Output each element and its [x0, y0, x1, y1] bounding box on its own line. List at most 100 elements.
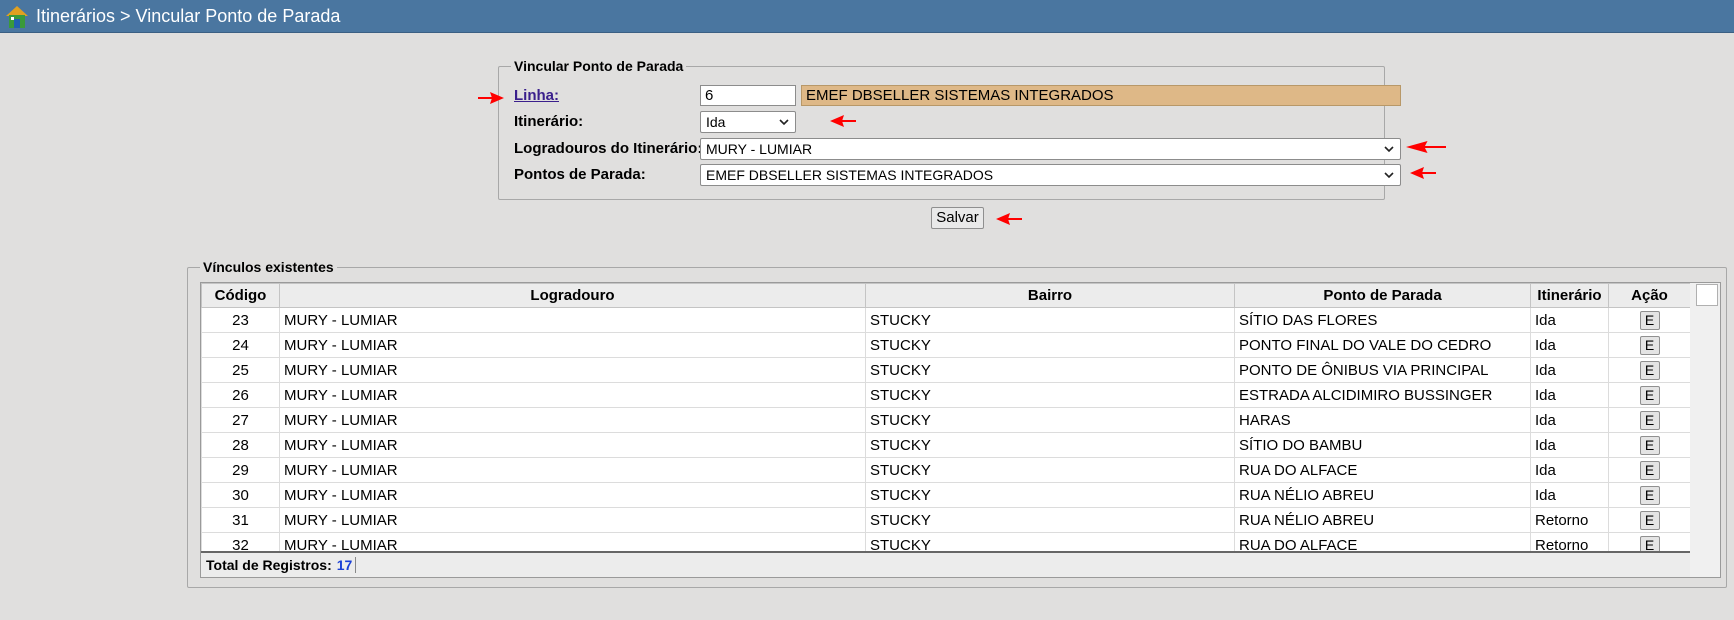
scrollbar-corner	[1696, 284, 1718, 306]
cell-acao: E	[1608, 432, 1690, 458]
edit-button[interactable]: E	[1639, 510, 1660, 530]
cell-bairro: STUCKY	[865, 507, 1235, 533]
cell-acao: E	[1608, 382, 1690, 408]
cell-bairro: STUCKY	[865, 382, 1235, 408]
chevron-down-icon	[1384, 172, 1394, 179]
cell-bairro: STUCKY	[865, 332, 1235, 358]
linha-link[interactable]: Linha:	[514, 87, 559, 104]
table-row: 32 MURY - LUMIAR STUCKY RUA DO ALFACE Re…	[201, 532, 1690, 551]
cell-acao: E	[1608, 532, 1690, 551]
links-table: Código Logradouro Bairro Ponto de Parada…	[201, 283, 1690, 551]
cell-ponto: RUA NÉLIO ABREU	[1234, 482, 1531, 508]
cell-logradouro: MURY - LUMIAR	[279, 432, 866, 458]
chevron-down-icon	[779, 119, 789, 126]
links-grid: Código Logradouro Bairro Ponto de Parada…	[200, 282, 1721, 578]
cell-codigo: 24	[201, 332, 280, 358]
cell-ponto: RUA DO ALFACE	[1234, 532, 1531, 551]
edit-button[interactable]: E	[1639, 535, 1660, 551]
column-header-bairro[interactable]: Bairro	[865, 283, 1235, 308]
red-arrow-icon	[996, 213, 1022, 225]
column-header-codigo[interactable]: Código	[201, 283, 280, 308]
grid-footer: Total de Registros: 17	[201, 553, 1690, 577]
cell-itinerario: Ida	[1530, 457, 1609, 483]
red-arrow-icon	[1406, 141, 1446, 153]
cell-ponto: HARAS	[1234, 407, 1531, 433]
cell-itinerario: Retorno	[1530, 507, 1609, 533]
linha-description-field: EMEF DBSELLER SISTEMAS INTEGRADOS	[801, 85, 1401, 106]
column-header-logradouro[interactable]: Logradouro	[279, 283, 866, 308]
cell-acao: E	[1608, 332, 1690, 358]
column-header-itinerario[interactable]: Itinerário	[1530, 283, 1609, 308]
table-row: 29 MURY - LUMIAR STUCKY RUA DO ALFACE Id…	[201, 457, 1690, 483]
form-legend: Vincular Ponto de Parada	[514, 58, 684, 74]
itinerario-selected: Ida	[706, 114, 726, 130]
cell-bairro: STUCKY	[865, 432, 1235, 458]
cell-logradouro: MURY - LUMIAR	[279, 507, 866, 533]
table-header-row: Código Logradouro Bairro Ponto de Parada…	[201, 283, 1690, 308]
table-row: 23 MURY - LUMIAR STUCKY SÍTIO DAS FLORES…	[201, 307, 1690, 333]
edit-button[interactable]: E	[1639, 410, 1660, 430]
cell-codigo: 27	[201, 407, 280, 433]
cell-bairro: STUCKY	[865, 532, 1235, 551]
cell-ponto: SÍTIO DAS FLORES	[1234, 307, 1531, 333]
edit-button[interactable]: E	[1639, 310, 1660, 330]
pontos-selected: EMEF DBSELLER SISTEMAS INTEGRADOS	[706, 167, 994, 183]
cell-itinerario: Ida	[1530, 432, 1609, 458]
save-button[interactable]: Salvar	[931, 207, 984, 229]
linha-code-input[interactable]: 6	[700, 85, 796, 106]
cell-codigo: 29	[201, 457, 280, 483]
column-header-ponto[interactable]: Ponto de Parada	[1234, 283, 1531, 308]
pontos-select[interactable]: EMEF DBSELLER SISTEMAS INTEGRADOS	[700, 164, 1401, 186]
edit-button[interactable]: E	[1639, 460, 1660, 480]
cell-codigo: 32	[201, 532, 280, 551]
table-row: 24 MURY - LUMIAR STUCKY PONTO FINAL DO V…	[201, 332, 1690, 358]
cell-itinerario: Ida	[1530, 482, 1609, 508]
cell-bairro: STUCKY	[865, 307, 1235, 333]
cell-ponto: PONTO FINAL DO VALE DO CEDRO	[1234, 332, 1531, 358]
column-header-acao[interactable]: Ação	[1608, 283, 1690, 308]
cell-acao: E	[1608, 457, 1690, 483]
cell-codigo: 28	[201, 432, 280, 458]
cell-acao: E	[1608, 507, 1690, 533]
cell-codigo: 31	[201, 507, 280, 533]
cell-ponto: RUA NÉLIO ABREU	[1234, 507, 1531, 533]
existing-links-legend: Vínculos existentes	[203, 259, 334, 275]
pontos-label: Pontos de Parada:	[514, 166, 646, 183]
title-bar: Itinerários > Vincular Ponto de Parada	[0, 0, 1734, 33]
red-arrow-icon	[478, 92, 504, 104]
cell-acao: E	[1608, 407, 1690, 433]
total-label: Total de Registros:	[206, 557, 332, 573]
cell-itinerario: Ida	[1530, 382, 1609, 408]
edit-button[interactable]: E	[1639, 385, 1660, 405]
edit-button[interactable]: E	[1639, 335, 1660, 355]
cell-logradouro: MURY - LUMIAR	[279, 357, 866, 383]
breadcrumb: Itinerários > Vincular Ponto de Parada	[36, 5, 341, 26]
cell-acao: E	[1608, 307, 1690, 333]
cell-logradouro: MURY - LUMIAR	[279, 532, 866, 551]
cell-codigo: 30	[201, 482, 280, 508]
cell-ponto: SÍTIO DO BAMBU	[1234, 432, 1531, 458]
logradouros-select[interactable]: MURY - LUMIAR	[700, 138, 1401, 160]
cell-itinerario: Ida	[1530, 357, 1609, 383]
cell-ponto: RUA DO ALFACE	[1234, 457, 1531, 483]
edit-button[interactable]: E	[1639, 485, 1660, 505]
cell-codigo: 23	[201, 307, 280, 333]
edit-button[interactable]: E	[1639, 360, 1660, 380]
cell-logradouro: MURY - LUMIAR	[279, 332, 866, 358]
itinerario-label: Itinerário:	[514, 113, 584, 130]
cell-acao: E	[1608, 357, 1690, 383]
logradouros-label: Logradouros do Itinerário:	[514, 140, 703, 157]
cell-itinerario: Retorno	[1530, 532, 1609, 551]
links-grid-viewport[interactable]: Código Logradouro Bairro Ponto de Parada…	[201, 283, 1690, 553]
edit-button[interactable]: E	[1639, 435, 1660, 455]
home-icon	[6, 6, 28, 28]
itinerario-select[interactable]: Ida	[700, 111, 796, 133]
cell-logradouro: MURY - LUMIAR	[279, 482, 866, 508]
cell-logradouro: MURY - LUMIAR	[279, 457, 866, 483]
cell-logradouro: MURY - LUMIAR	[279, 307, 866, 333]
total-count: 17	[337, 557, 357, 573]
cell-logradouro: MURY - LUMIAR	[279, 407, 866, 433]
red-arrow-icon	[1410, 167, 1436, 179]
chevron-down-icon	[1384, 146, 1394, 153]
cell-bairro: STUCKY	[865, 482, 1235, 508]
